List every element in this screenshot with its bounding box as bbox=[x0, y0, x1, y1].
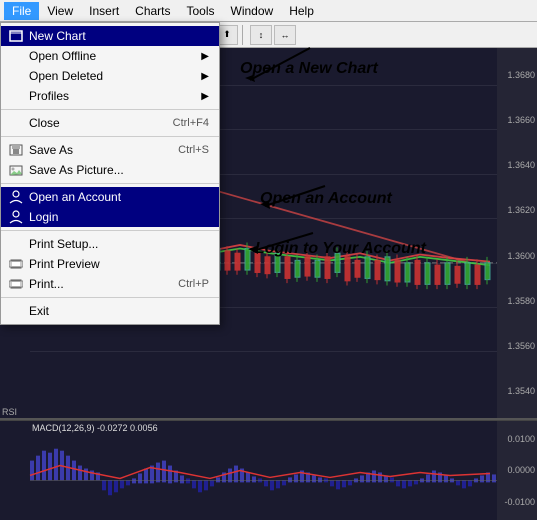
print-setup-icon bbox=[7, 236, 25, 252]
macd-y-axis: 0.0100 0.0000 -0.0100 bbox=[497, 421, 537, 520]
open-offline-arrow: ▶ bbox=[201, 51, 209, 62]
macd-y-label-3: -0.0100 bbox=[499, 497, 535, 507]
toolbar-b7[interactable]: ↕ bbox=[250, 25, 272, 45]
menubar: File View Insert Charts Tools Window Hel… bbox=[0, 0, 537, 22]
macd-label: MACD(12,26,9) -0.0272 0.0056 bbox=[32, 423, 158, 433]
open-deleted-icon bbox=[7, 68, 25, 84]
menu-item-new-chart[interactable]: New Chart bbox=[1, 26, 219, 46]
save-as-label: Save As bbox=[29, 143, 73, 157]
new-chart-icon bbox=[7, 28, 25, 44]
menu-item-profiles[interactable]: Profiles ▶ bbox=[1, 86, 219, 106]
close-label: Close bbox=[29, 116, 60, 130]
macd-y-label-1: 0.0100 bbox=[499, 434, 535, 444]
y-label-8: 1.3540 bbox=[499, 386, 535, 396]
menu-item-open-deleted[interactable]: Open Deleted ▶ bbox=[1, 66, 219, 86]
y-label-3: 1.3640 bbox=[499, 160, 535, 170]
y-label-7: 1.3560 bbox=[499, 341, 535, 351]
y-label-5: 1.3600 bbox=[499, 251, 535, 261]
annotation-login: Login to Your Account bbox=[255, 240, 426, 258]
menu-item-print-setup[interactable]: Print Setup... bbox=[1, 234, 219, 254]
menu-item-open-offline[interactable]: Open Offline ▶ bbox=[1, 46, 219, 66]
menu-sep-1 bbox=[1, 109, 219, 110]
file-dropdown-menu: New Chart Open Offline ▶ Open Deleted ▶ … bbox=[0, 22, 220, 325]
menu-sep-4 bbox=[1, 230, 219, 231]
menubar-file[interactable]: File bbox=[4, 2, 39, 20]
menu-item-save-as[interactable]: Save As Ctrl+S bbox=[1, 140, 219, 160]
login-label: Login bbox=[29, 210, 58, 224]
print-preview-label: Print Preview bbox=[29, 257, 100, 271]
y-label-4: 1.3620 bbox=[499, 205, 535, 215]
annotation-open-account: Open an Account bbox=[260, 190, 392, 208]
print-setup-label: Print Setup... bbox=[29, 237, 98, 251]
y-label-1: 1.3680 bbox=[499, 70, 535, 80]
menubar-tools[interactable]: Tools bbox=[179, 2, 223, 20]
open-offline-label: Open Offline bbox=[29, 49, 96, 63]
menubar-charts[interactable]: Charts bbox=[127, 2, 178, 20]
menubar-window[interactable]: Window bbox=[223, 2, 282, 20]
menu-item-print-preview[interactable]: Print Preview bbox=[1, 254, 219, 274]
open-deleted-label: Open Deleted bbox=[29, 69, 103, 83]
save-picture-icon bbox=[7, 162, 25, 178]
menu-item-print[interactable]: Print... Ctrl+P bbox=[1, 274, 219, 294]
open-deleted-arrow: ▶ bbox=[201, 71, 209, 82]
profiles-icon bbox=[7, 88, 25, 104]
new-chart-label: New Chart bbox=[29, 29, 86, 43]
y-label-6: 1.3580 bbox=[499, 296, 535, 306]
exit-icon bbox=[7, 303, 25, 319]
profiles-arrow: ▶ bbox=[201, 91, 209, 102]
toolbar-sep3 bbox=[242, 25, 246, 45]
save-as-icon bbox=[7, 142, 25, 158]
open-account-label: Open an Account bbox=[29, 190, 121, 204]
macd-y-label-2: 0.0000 bbox=[499, 465, 535, 475]
menubar-help[interactable]: Help bbox=[281, 2, 322, 20]
print-preview-icon bbox=[7, 256, 25, 272]
close-shortcut: Ctrl+F4 bbox=[173, 117, 209, 129]
menu-sep-2 bbox=[1, 136, 219, 137]
exit-label: Exit bbox=[29, 304, 49, 318]
login-icon bbox=[7, 209, 25, 225]
menu-item-login[interactable]: Login bbox=[1, 207, 219, 227]
toolbar-b8[interactable]: ↔ bbox=[274, 25, 296, 45]
print-label: Print... bbox=[29, 277, 64, 291]
annotation-new-chart: Open a New Chart bbox=[240, 60, 378, 78]
profiles-label: Profiles bbox=[29, 89, 69, 103]
menu-item-open-account[interactable]: Open an Account bbox=[1, 187, 219, 207]
menubar-view[interactable]: View bbox=[39, 2, 81, 20]
menu-item-save-as-picture[interactable]: Save As Picture... bbox=[1, 160, 219, 180]
save-as-picture-label: Save As Picture... bbox=[29, 163, 124, 177]
open-offline-icon bbox=[7, 48, 25, 64]
menu-item-close[interactable]: Close Ctrl+F4 bbox=[1, 113, 219, 133]
menubar-insert[interactable]: Insert bbox=[81, 2, 127, 20]
print-icon bbox=[7, 276, 25, 292]
menu-sep-5 bbox=[1, 297, 219, 298]
menu-item-exit[interactable]: Exit bbox=[1, 301, 219, 321]
open-account-icon bbox=[7, 189, 25, 205]
macd-section: MACD(12,26,9) -0.0272 0.0056 bbox=[0, 420, 537, 520]
menu-sep-3 bbox=[1, 183, 219, 184]
print-shortcut: Ctrl+P bbox=[178, 278, 209, 290]
y-axis: 1.3680 1.3660 1.3640 1.3620 1.3600 1.358… bbox=[497, 48, 537, 418]
rsi-indicator-label: RSI bbox=[0, 406, 19, 418]
close-menu-icon bbox=[7, 115, 25, 131]
y-label-2: 1.3660 bbox=[499, 115, 535, 125]
save-as-shortcut: Ctrl+S bbox=[178, 144, 209, 156]
